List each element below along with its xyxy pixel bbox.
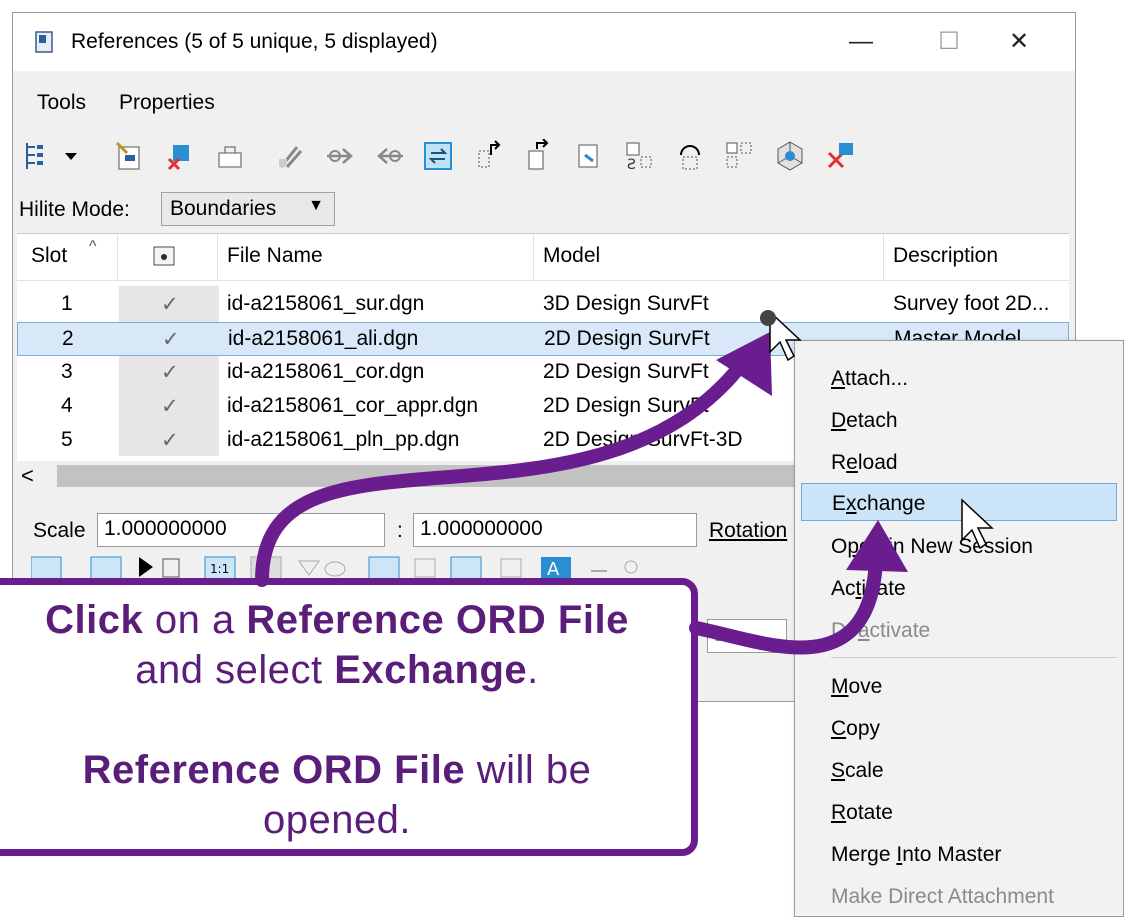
document-icon (35, 31, 53, 53)
scale-separator: : (397, 519, 403, 542)
file-name-cell: id-a2158061_cor.dgn (227, 360, 425, 383)
scroll-thumb[interactable] (57, 465, 817, 487)
menu-item-attach[interactable]: Attach... (831, 367, 908, 391)
move-icon[interactable] (323, 139, 357, 173)
delete-clip-icon[interactable] (823, 139, 857, 173)
scale-icon[interactable] (573, 139, 607, 173)
scale-master-input[interactable]: 1.000000000 (97, 513, 385, 547)
menu-item-merge-into-master[interactable]: Merge Into Master (831, 843, 1001, 867)
display-options-icon-strip[interactable]: 1:1 A (31, 551, 721, 581)
menu-separator (831, 657, 1117, 658)
hilite-mode-value: Boundaries (170, 197, 277, 220)
chevron-down-icon: ▼ (308, 197, 324, 214)
minimize-button[interactable]: — (831, 19, 891, 65)
check-cell[interactable]: ✓ (161, 394, 179, 419)
dropdown-arrow-icon[interactable] (61, 139, 81, 173)
hilite-mode-row: Hilite Mode: Boundaries ▼ (13, 189, 1075, 229)
sort-ascending-icon: ^ (89, 238, 97, 255)
check-cell[interactable]: ✓ (161, 428, 179, 453)
detach-icon[interactable] (163, 139, 197, 173)
hidden-numeric-field[interactable]: 1 (707, 619, 787, 653)
deactivate-icon[interactable] (523, 139, 557, 173)
model-cell: 2D Design SurvFt-3D (543, 428, 743, 451)
activate-icon[interactable] (473, 139, 507, 173)
svg-text:Ƨ: Ƨ (627, 157, 636, 173)
display-column-icon[interactable] (153, 246, 175, 266)
toolbar: Ƨ (17, 133, 1075, 185)
menu-item-rotate[interactable]: Rotate (831, 801, 893, 825)
model-cell: 2D Design SurvFt (544, 327, 710, 350)
menu-item-make-direct-attachment: Make Direct Attachment (831, 885, 1054, 908)
file-name-cell: id-a2158061_cor_appr.dgn (227, 394, 479, 417)
slot-cell: 3 (61, 360, 73, 383)
instruction-callout: Click on a Reference ORD File and select… (0, 578, 698, 856)
svg-text:A: A (547, 559, 560, 580)
file-name-cell: id-a2158061_sur.dgn (227, 292, 425, 315)
slot-cell: 2 (62, 327, 74, 350)
scale-label: Scale (33, 519, 86, 542)
header-slot[interactable]: Slot (31, 244, 67, 268)
title-bar: References (5 of 5 unique, 5 displayed) … (13, 13, 1075, 71)
scale-reference-value: 1.000000000 (420, 517, 543, 540)
tree-list-icon[interactable] (23, 139, 57, 173)
header-description[interactable]: Description (893, 244, 998, 268)
maximize-button[interactable]: ☐ (919, 19, 979, 65)
rotation-label: Rotation (709, 519, 788, 542)
menu-tools[interactable]: Tools (37, 91, 86, 115)
context-menu: Attach... Detach Reload Exchange Open in… (794, 340, 1124, 917)
model-cell: 2D Design SurvFt (543, 394, 709, 417)
detach-all-icon[interactable] (273, 139, 307, 173)
model-cell: 2D Design SurvFt (543, 360, 709, 383)
description-cell: Survey foot 2D... (893, 292, 1050, 315)
model-cell: 3D Design SurvFt (543, 292, 709, 315)
mirror-icon[interactable] (673, 139, 707, 173)
window-title: References (5 of 5 unique, 5 displayed) (71, 30, 438, 53)
check-cell[interactable]: ✓ (162, 327, 180, 352)
menu-item-detach[interactable]: Detach (831, 409, 898, 433)
file-name-cell: id-a2158061_pln_pp.dgn (227, 428, 460, 451)
svg-text:1:1: 1:1 (210, 562, 229, 576)
menu-item-scale[interactable]: Scale (831, 759, 884, 783)
clip-boundary-icon[interactable] (723, 139, 757, 173)
reload-icon[interactable] (213, 139, 247, 173)
table-header: Slot ^ File Name Model Description (17, 234, 1069, 281)
menu-item-move[interactable]: Move (831, 675, 882, 699)
close-button[interactable]: ✕ (989, 19, 1049, 65)
menu-bar: Tools Properties (13, 85, 1075, 125)
hidden-numeric-value: 1 (714, 623, 726, 646)
menu-item-deactivate: Deactivate (831, 619, 931, 642)
slot-cell: 5 (61, 428, 73, 451)
slot-cell: 4 (61, 394, 73, 417)
hilite-mode-select[interactable]: Boundaries ▼ (161, 192, 335, 226)
scale-reference-input[interactable]: 1.000000000 (413, 513, 697, 547)
scroll-left-icon[interactable]: < (21, 463, 34, 489)
menu-item-activate[interactable]: Activate (831, 577, 906, 601)
3d-cube-icon[interactable] (773, 139, 807, 173)
menu-item-copy[interactable]: Copy (831, 717, 880, 741)
hilite-mode-label: Hilite Mode: (19, 198, 130, 221)
check-cell[interactable]: ✓ (161, 292, 179, 317)
copy-icon[interactable] (373, 139, 407, 173)
check-cell[interactable]: ✓ (161, 360, 179, 385)
scale-master-value: 1.000000000 (104, 517, 227, 540)
rotate-icon[interactable]: Ƨ (623, 139, 657, 173)
menu-item-exchange[interactable]: Exchange (801, 483, 1117, 521)
menu-properties[interactable]: Properties (119, 91, 215, 115)
header-model[interactable]: Model (543, 244, 600, 268)
menu-item-reload[interactable]: Reload (831, 451, 898, 475)
table-row[interactable]: 1 ✓ id-a2158061_sur.dgn 3D Design SurvFt… (17, 288, 1069, 322)
file-name-cell: id-a2158061_ali.dgn (228, 327, 419, 350)
attach-icon[interactable] (111, 139, 145, 173)
menu-item-open-new-session[interactable]: Open in New Session (831, 535, 1033, 559)
exchange-icon[interactable] (421, 139, 455, 173)
header-file-name[interactable]: File Name (227, 244, 323, 268)
slot-cell: 1 (61, 292, 73, 315)
callout-text: Click on a Reference ORD File and select… (45, 598, 629, 842)
